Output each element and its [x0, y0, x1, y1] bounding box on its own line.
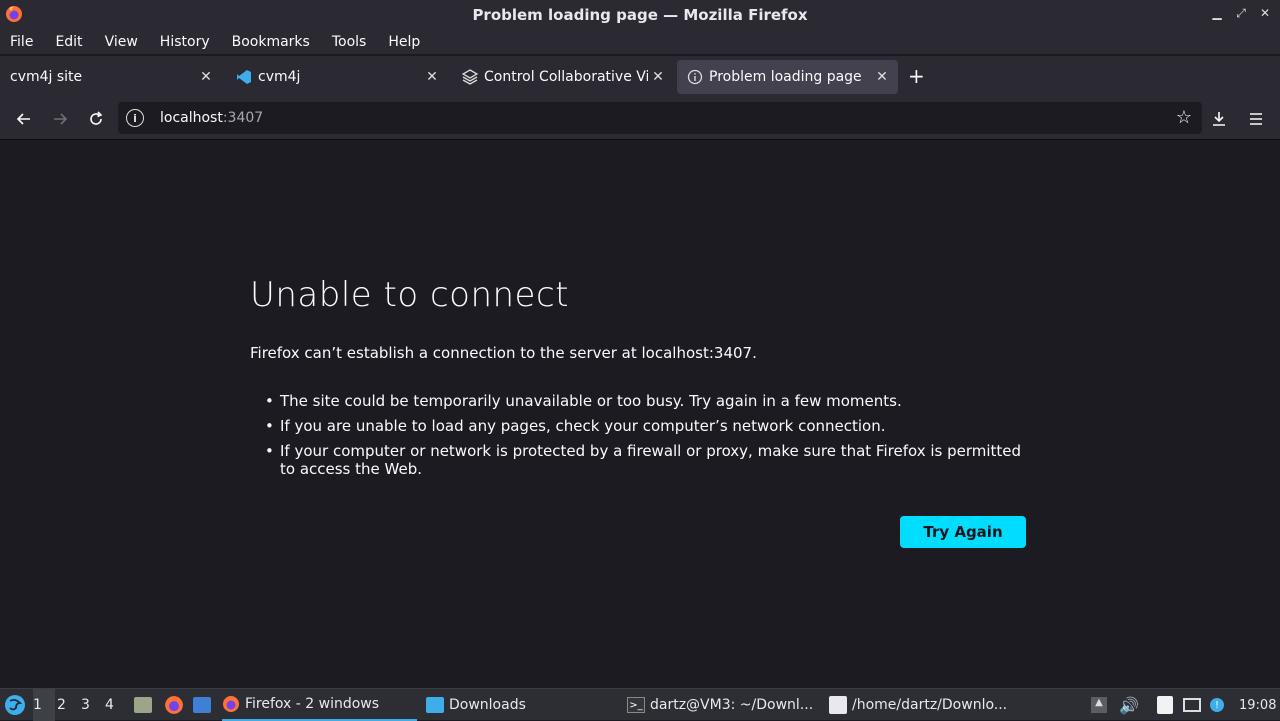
close-tab-icon[interactable]: ✕ — [872, 69, 892, 85]
workspace-2[interactable]: 2 — [57, 689, 79, 721]
downloads-icon[interactable] — [1206, 106, 1232, 132]
menu-view[interactable]: View — [105, 34, 138, 50]
hamburger-menu-icon[interactable] — [1243, 106, 1269, 132]
close-tab-icon[interactable]: ✕ — [196, 69, 216, 85]
network-icon[interactable] — [1183, 689, 1201, 721]
task-text-editor[interactable]: /home/dartz/Downlo... — [829, 689, 1019, 721]
menu-history[interactable]: History — [160, 34, 210, 50]
taskbar: 1 2 3 4 Firefox - 2 windows Downloads >_… — [0, 688, 1280, 721]
try-again-button[interactable]: Try Again — [900, 516, 1026, 548]
task-firefox[interactable]: Firefox - 2 windows — [222, 689, 417, 721]
workspace-1[interactable]: 1 — [33, 689, 55, 721]
workspace-3[interactable]: 3 — [81, 689, 103, 721]
menu-bookmarks[interactable]: Bookmarks — [232, 34, 310, 50]
tab-control-collaborative[interactable]: Control Collaborative Virt ✕ — [452, 60, 674, 94]
notification-icon[interactable]: ! — [1210, 689, 1224, 721]
task-terminal[interactable]: >_ dartz@VM3: ~/Downl... — [627, 689, 817, 721]
close-tab-icon[interactable]: ✕ — [422, 69, 442, 85]
menu-edit[interactable]: Edit — [55, 34, 82, 50]
firefox-icon — [6, 6, 22, 22]
task-label: dartz@VM3: ~/Downl... — [650, 697, 814, 713]
firefox-launcher-icon[interactable] — [164, 689, 184, 721]
back-icon[interactable] — [11, 106, 37, 132]
tab-problem-loading-page[interactable]: Problem loading page ✕ — [677, 60, 898, 94]
tab-bar: cvm4j site ✕ cvm4j ✕ Control Collaborati… — [0, 56, 1280, 98]
task-label: Downloads — [449, 697, 526, 713]
layers-icon — [462, 69, 478, 85]
folder-icon — [426, 697, 444, 713]
error-suggestions: The site could be temporarily unavailabl… — [265, 392, 1035, 485]
app-launcher-icon[interactable] — [4, 689, 26, 721]
file-manager-launcher-icon[interactable] — [134, 689, 152, 721]
tab-label: cvm4j site — [10, 69, 83, 85]
vscode-icon — [236, 69, 252, 85]
reload-icon[interactable] — [83, 106, 109, 132]
list-item: The site could be temporarily unavailabl… — [265, 392, 1035, 410]
menu-file[interactable]: File — [10, 34, 33, 50]
error-description: Firefox can’t establish a connection to … — [250, 344, 757, 362]
close-icon[interactable]: ✕ — [1258, 6, 1272, 21]
tab-label: Control Collaborative Virt — [484, 69, 648, 85]
task-label: /home/dartz/Downlo... — [852, 697, 1008, 713]
workspace-4[interactable]: 4 — [105, 689, 127, 721]
text-editor-icon — [829, 696, 847, 714]
info-icon — [687, 69, 703, 85]
list-item: If you are unable to load any pages, che… — [265, 417, 1035, 435]
window-title: Problem loading page — Mozilla Firefox — [472, 6, 808, 24]
desktop-launcher-icon[interactable] — [193, 689, 211, 721]
url-port: :3407 — [222, 110, 264, 126]
forward-icon[interactable] — [47, 106, 73, 132]
close-tab-icon[interactable]: ✕ — [648, 69, 668, 85]
nav-bar: i localhost:3407 ☆ — [0, 98, 1280, 140]
tab-label: Problem loading page — [709, 69, 862, 85]
terminal-icon: >_ — [627, 697, 645, 713]
bookmark-star-icon[interactable]: ☆ — [1176, 107, 1192, 128]
firefox-icon — [223, 696, 239, 712]
menu-help[interactable]: Help — [388, 34, 420, 50]
clock: 19:08 — [1239, 697, 1277, 713]
tab-cvm4j[interactable]: cvm4j ✕ — [226, 60, 448, 94]
menu-tools[interactable]: Tools — [332, 34, 367, 50]
new-tab-icon[interactable]: + — [908, 64, 925, 88]
task-label: Firefox - 2 windows — [245, 696, 380, 712]
maximize-icon[interactable]: ⤢ — [1234, 6, 1248, 21]
url-bar[interactable]: i localhost:3407 ☆ — [118, 102, 1202, 134]
url-host: localhost — [160, 110, 223, 126]
clipboard-icon[interactable] — [1157, 689, 1173, 721]
menu-bar: File Edit View History Bookmarks Tools H… — [0, 30, 1280, 54]
window-titlebar: Problem loading page — Mozilla Firefox ▁… — [0, 0, 1280, 30]
volume-icon[interactable]: 🔊 — [1119, 689, 1139, 721]
list-item: If your computer or network is protected… — [265, 442, 1035, 478]
tray-arrow-icon[interactable]: ▲ — [1091, 689, 1107, 721]
tab-cvm4j-site[interactable]: cvm4j site ✕ — [0, 60, 222, 94]
site-info-icon[interactable]: i — [126, 109, 144, 127]
page-content: Unable to connect Firefox can’t establis… — [0, 140, 1280, 688]
minimize-icon[interactable]: ▁ — [1210, 6, 1224, 21]
error-title: Unable to connect — [250, 275, 569, 315]
task-downloads[interactable]: Downloads — [426, 689, 616, 721]
tab-label: cvm4j — [258, 69, 301, 85]
